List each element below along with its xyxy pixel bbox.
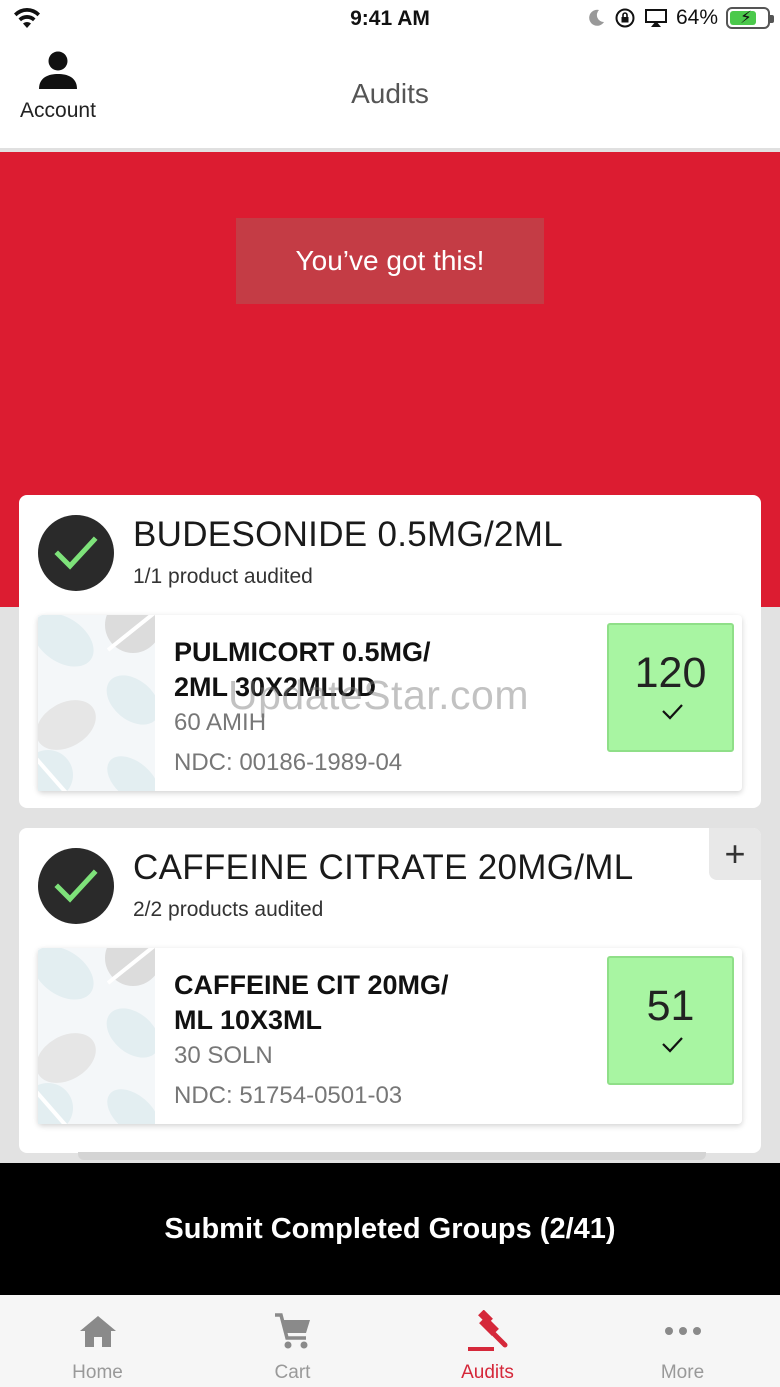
tab-cart[interactable]: Cart	[195, 1295, 390, 1387]
add-product-button[interactable]: +	[709, 828, 761, 880]
tab-label: Home	[72, 1362, 123, 1383]
quantity-value: 120	[634, 649, 707, 697]
more-icon	[664, 1327, 701, 1335]
product-row[interactable]: PULMICORT 0.5MG/ 2ML 30X2MLUD 60 AMIH ND…	[38, 615, 742, 791]
battery-percent: 64%	[675, 6, 718, 29]
pill-pattern-image	[38, 615, 155, 791]
tab-label: Audits	[461, 1362, 514, 1383]
status-indicators: 64% ⚡	[586, 6, 774, 30]
tab-more[interactable]: More	[585, 1295, 780, 1387]
nav-header: Account Audits	[0, 40, 780, 150]
group-title: BUDESONIDE 0.5MG/2ML	[133, 515, 563, 554]
audit-group-card[interactable]: BUDESONIDE 0.5MG/2ML 1/1 product audited…	[19, 495, 761, 808]
check-icon	[662, 1037, 683, 1053]
product-package: 60 AMIH	[174, 709, 267, 736]
quantity-box[interactable]: 51	[607, 956, 734, 1085]
rotation-lock-icon	[615, 8, 635, 28]
audit-group-card[interactable]: + CAFFEINE CITRATE 20MG/ML 2/2 products …	[19, 828, 761, 1153]
page-title: Audits	[351, 78, 429, 109]
group-progress: 1/1 product audited	[133, 565, 313, 588]
moon-icon	[589, 9, 604, 26]
tab-bar: Home Cart Audits More	[0, 1295, 780, 1387]
group-progress: 2/2 products audited	[133, 898, 324, 921]
submit-completed-groups-button[interactable]: Submit Completed Groups (2/41)	[0, 1163, 780, 1295]
airplay-icon	[644, 9, 667, 27]
tab-audits[interactable]: Audits	[390, 1295, 585, 1387]
status-bar: 9:41 AM 64% ⚡	[0, 0, 780, 40]
gavel-icon	[467, 1310, 507, 1351]
product-ndc: NDC: 00186-1989-04	[174, 749, 403, 776]
battery-icon: ⚡	[726, 7, 774, 29]
pill-pattern-image	[38, 948, 155, 1124]
group-complete-icon	[38, 848, 114, 924]
group-complete-icon	[38, 515, 114, 591]
tab-label: Cart	[274, 1362, 311, 1383]
check-icon	[662, 704, 683, 720]
product-ndc: NDC: 51754-0501-03	[174, 1082, 403, 1109]
quantity-value: 51	[646, 982, 695, 1030]
stacked-card-edge	[78, 1152, 706, 1160]
product-name: CAFFEINE CIT 20MG/ ML 10X3ML	[174, 970, 449, 1035]
home-icon	[79, 1316, 116, 1347]
tab-home[interactable]: Home	[0, 1295, 195, 1387]
encouragement-banner: You’ve got this!	[236, 218, 544, 304]
group-title: CAFFEINE CITRATE 20MG/ML	[133, 848, 634, 887]
product-package: 30 SOLN	[174, 1042, 273, 1069]
cart-icon	[274, 1313, 310, 1349]
product-row[interactable]: CAFFEINE CIT 20MG/ ML 10X3ML 30 SOLN NDC…	[38, 948, 742, 1124]
product-name: PULMICORT 0.5MG/ 2ML 30X2MLUD	[174, 637, 431, 702]
quantity-box[interactable]: 120	[607, 623, 734, 752]
tab-label: More	[660, 1362, 705, 1383]
